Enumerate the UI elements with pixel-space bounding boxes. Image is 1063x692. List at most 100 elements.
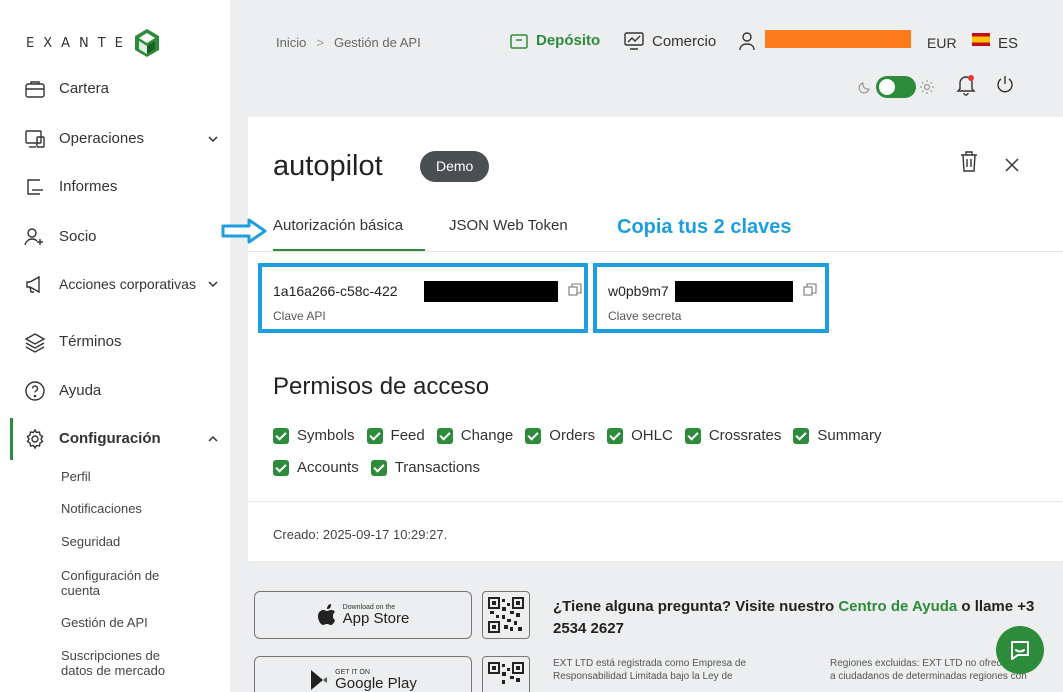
submenu-perfil[interactable]: Perfil bbox=[61, 469, 211, 484]
question-text-b: o llame +3 bbox=[957, 598, 1035, 615]
permission-feed[interactable]: Feed bbox=[366, 427, 425, 444]
megaphone-icon bbox=[26, 275, 40, 294]
power-icon[interactable] bbox=[995, 75, 1015, 95]
trash-icon[interactable] bbox=[960, 151, 978, 173]
breadcrumb-separator: > bbox=[316, 35, 324, 50]
toggle-switch[interactable] bbox=[876, 76, 916, 98]
briefcase-icon bbox=[25, 81, 45, 98]
wallet-icon bbox=[510, 33, 528, 49]
question-text-a: ¿Tiene alguna pregunta? Visite nuestro bbox=[553, 598, 839, 615]
copy-icon[interactable] bbox=[568, 283, 582, 297]
toggle-knob bbox=[879, 79, 895, 95]
breadcrumb-home[interactable]: Inicio bbox=[276, 35, 306, 50]
qr-pattern bbox=[488, 597, 524, 633]
legal-line: EXT LTD está registrada como Empresa de bbox=[553, 658, 747, 669]
submenu-seguridad[interactable]: Seguridad bbox=[61, 534, 211, 549]
trade-link[interactable]: Comercio bbox=[624, 32, 716, 50]
submenu-gestion-api[interactable]: Gestión de API bbox=[61, 615, 211, 630]
language-selector[interactable]: ES bbox=[998, 35, 1018, 52]
sidebar-item-label: Configuración bbox=[59, 430, 161, 447]
user-icon[interactable] bbox=[738, 31, 756, 51]
app-store-big: App Store bbox=[342, 609, 410, 627]
api-key-box: 1a16a266-c58c-422 Clave API bbox=[258, 263, 588, 333]
permissions-title: Permisos de acceso bbox=[273, 373, 490, 400]
currency-selector[interactable]: EUR bbox=[927, 35, 957, 51]
permission-symbols[interactable]: Symbols bbox=[273, 427, 355, 444]
sidebar-item-ayuda[interactable]: Ayuda bbox=[24, 380, 220, 402]
google-play-button[interactable]: GET IT ON Google Play bbox=[254, 656, 472, 692]
breadcrumb-current: Gestión de API bbox=[333, 35, 421, 50]
copy-icon[interactable] bbox=[803, 283, 817, 297]
card-title: autopilot bbox=[273, 150, 383, 182]
checkbox-checked[interactable] bbox=[366, 427, 383, 444]
permission-orders[interactable]: Orders bbox=[525, 427, 595, 444]
sidebar-item-configuracion[interactable]: Configuración bbox=[24, 428, 220, 450]
sidebar-item-operaciones[interactable]: Operaciones bbox=[24, 128, 220, 150]
deposit-link[interactable]: Depósito bbox=[510, 32, 600, 49]
checkbox-checked[interactable] bbox=[525, 427, 542, 444]
spain-flag-icon[interactable] bbox=[972, 33, 990, 46]
sidebar-item-cartera[interactable]: Cartera bbox=[24, 78, 220, 100]
permission-ohlc[interactable]: OHLC bbox=[607, 427, 673, 444]
sidebar-item-label: Socio bbox=[59, 228, 97, 245]
close-icon[interactable] bbox=[1004, 157, 1020, 173]
permission-summary[interactable]: Summary bbox=[793, 427, 882, 444]
google-play-big: Google Play bbox=[335, 674, 417, 692]
permission-change[interactable]: Change bbox=[436, 427, 514, 444]
sidebar-item-informes[interactable]: Informes bbox=[24, 176, 220, 198]
checkbox-checked[interactable] bbox=[273, 427, 289, 444]
report-icon bbox=[27, 179, 43, 195]
moon-icon bbox=[858, 82, 870, 94]
redacted-secret-key bbox=[675, 281, 793, 302]
permission-transactions[interactable]: Transactions bbox=[370, 459, 481, 476]
legal-text: EXT LTD está registrada como Empresa de … bbox=[553, 657, 803, 683]
permission-accounts[interactable]: Accounts bbox=[273, 459, 359, 476]
help-center-link[interactable]: Centro de Ayuda bbox=[838, 598, 957, 615]
tab-jwt[interactable]: JSON Web Token bbox=[449, 217, 568, 234]
qr-code-icon[interactable] bbox=[482, 591, 530, 639]
secret-key-box: w0pb9m7 Clave secreta bbox=[593, 263, 829, 333]
checkbox-checked[interactable] bbox=[793, 427, 810, 444]
sidebar-item-terminos[interactable]: Términos bbox=[24, 331, 220, 353]
checkbox-checked[interactable] bbox=[273, 459, 289, 476]
api-key-card: autopilot Demo Autorización básica JSON … bbox=[248, 117, 1063, 561]
sidebar-item-acciones[interactable]: Acciones corporativas bbox=[24, 273, 220, 295]
submenu-configuracion-cuenta[interactable]: Configuración de cuenta bbox=[61, 568, 181, 598]
sidebar-item-label: Informes bbox=[59, 178, 118, 195]
legal-line: Responsabilidad Limitada bajo la Ley de bbox=[553, 671, 733, 682]
google-play-text: GET IT ON Google Play bbox=[335, 669, 417, 692]
permission-crossrates[interactable]: Crossrates bbox=[684, 427, 781, 444]
monitor-icon bbox=[25, 130, 45, 148]
permission-label: Accounts bbox=[297, 459, 359, 476]
bell-icon[interactable] bbox=[956, 74, 976, 96]
sidebar-item-socio[interactable]: Socio bbox=[24, 226, 220, 248]
permission-label: OHLC bbox=[631, 427, 673, 444]
redacted-username bbox=[765, 30, 911, 48]
add-user-icon bbox=[24, 228, 43, 246]
chart-icon bbox=[624, 32, 644, 50]
checkbox-checked[interactable] bbox=[607, 427, 624, 444]
tab-basic-auth[interactable]: Autorización básica bbox=[273, 217, 403, 244]
checkbox-checked[interactable] bbox=[370, 459, 387, 476]
api-key-label: Clave API bbox=[273, 309, 326, 323]
theme-toggle[interactable] bbox=[858, 76, 934, 98]
qr-pattern bbox=[488, 662, 524, 684]
chevron-down-icon[interactable] bbox=[206, 132, 220, 146]
secret-key-label: Clave secreta bbox=[608, 309, 682, 323]
checkbox-checked[interactable] bbox=[684, 427, 701, 444]
permission-label: Change bbox=[460, 427, 514, 444]
chat-button[interactable] bbox=[996, 626, 1044, 674]
app-store-button[interactable]: Download on the App Store bbox=[254, 591, 472, 639]
breadcrumb: Inicio > Gestión de API bbox=[276, 35, 421, 50]
phone-number: 2534 2627 bbox=[553, 620, 624, 637]
chevron-down-icon[interactable] bbox=[206, 277, 220, 291]
qr-code-icon[interactable] bbox=[482, 656, 530, 692]
permission-label: Transactions bbox=[394, 459, 481, 476]
submenu-suscripciones[interactable]: Suscripciones de datos de mercado bbox=[61, 648, 186, 678]
permission-label: Summary bbox=[817, 427, 882, 444]
annotation-arrow-icon bbox=[221, 218, 267, 244]
chevron-up-icon[interactable] bbox=[206, 432, 220, 446]
exante-logo[interactable]: EXANTE bbox=[26, 28, 162, 58]
checkbox-checked[interactable] bbox=[436, 427, 453, 444]
submenu-notificaciones[interactable]: Notificaciones bbox=[61, 501, 211, 516]
